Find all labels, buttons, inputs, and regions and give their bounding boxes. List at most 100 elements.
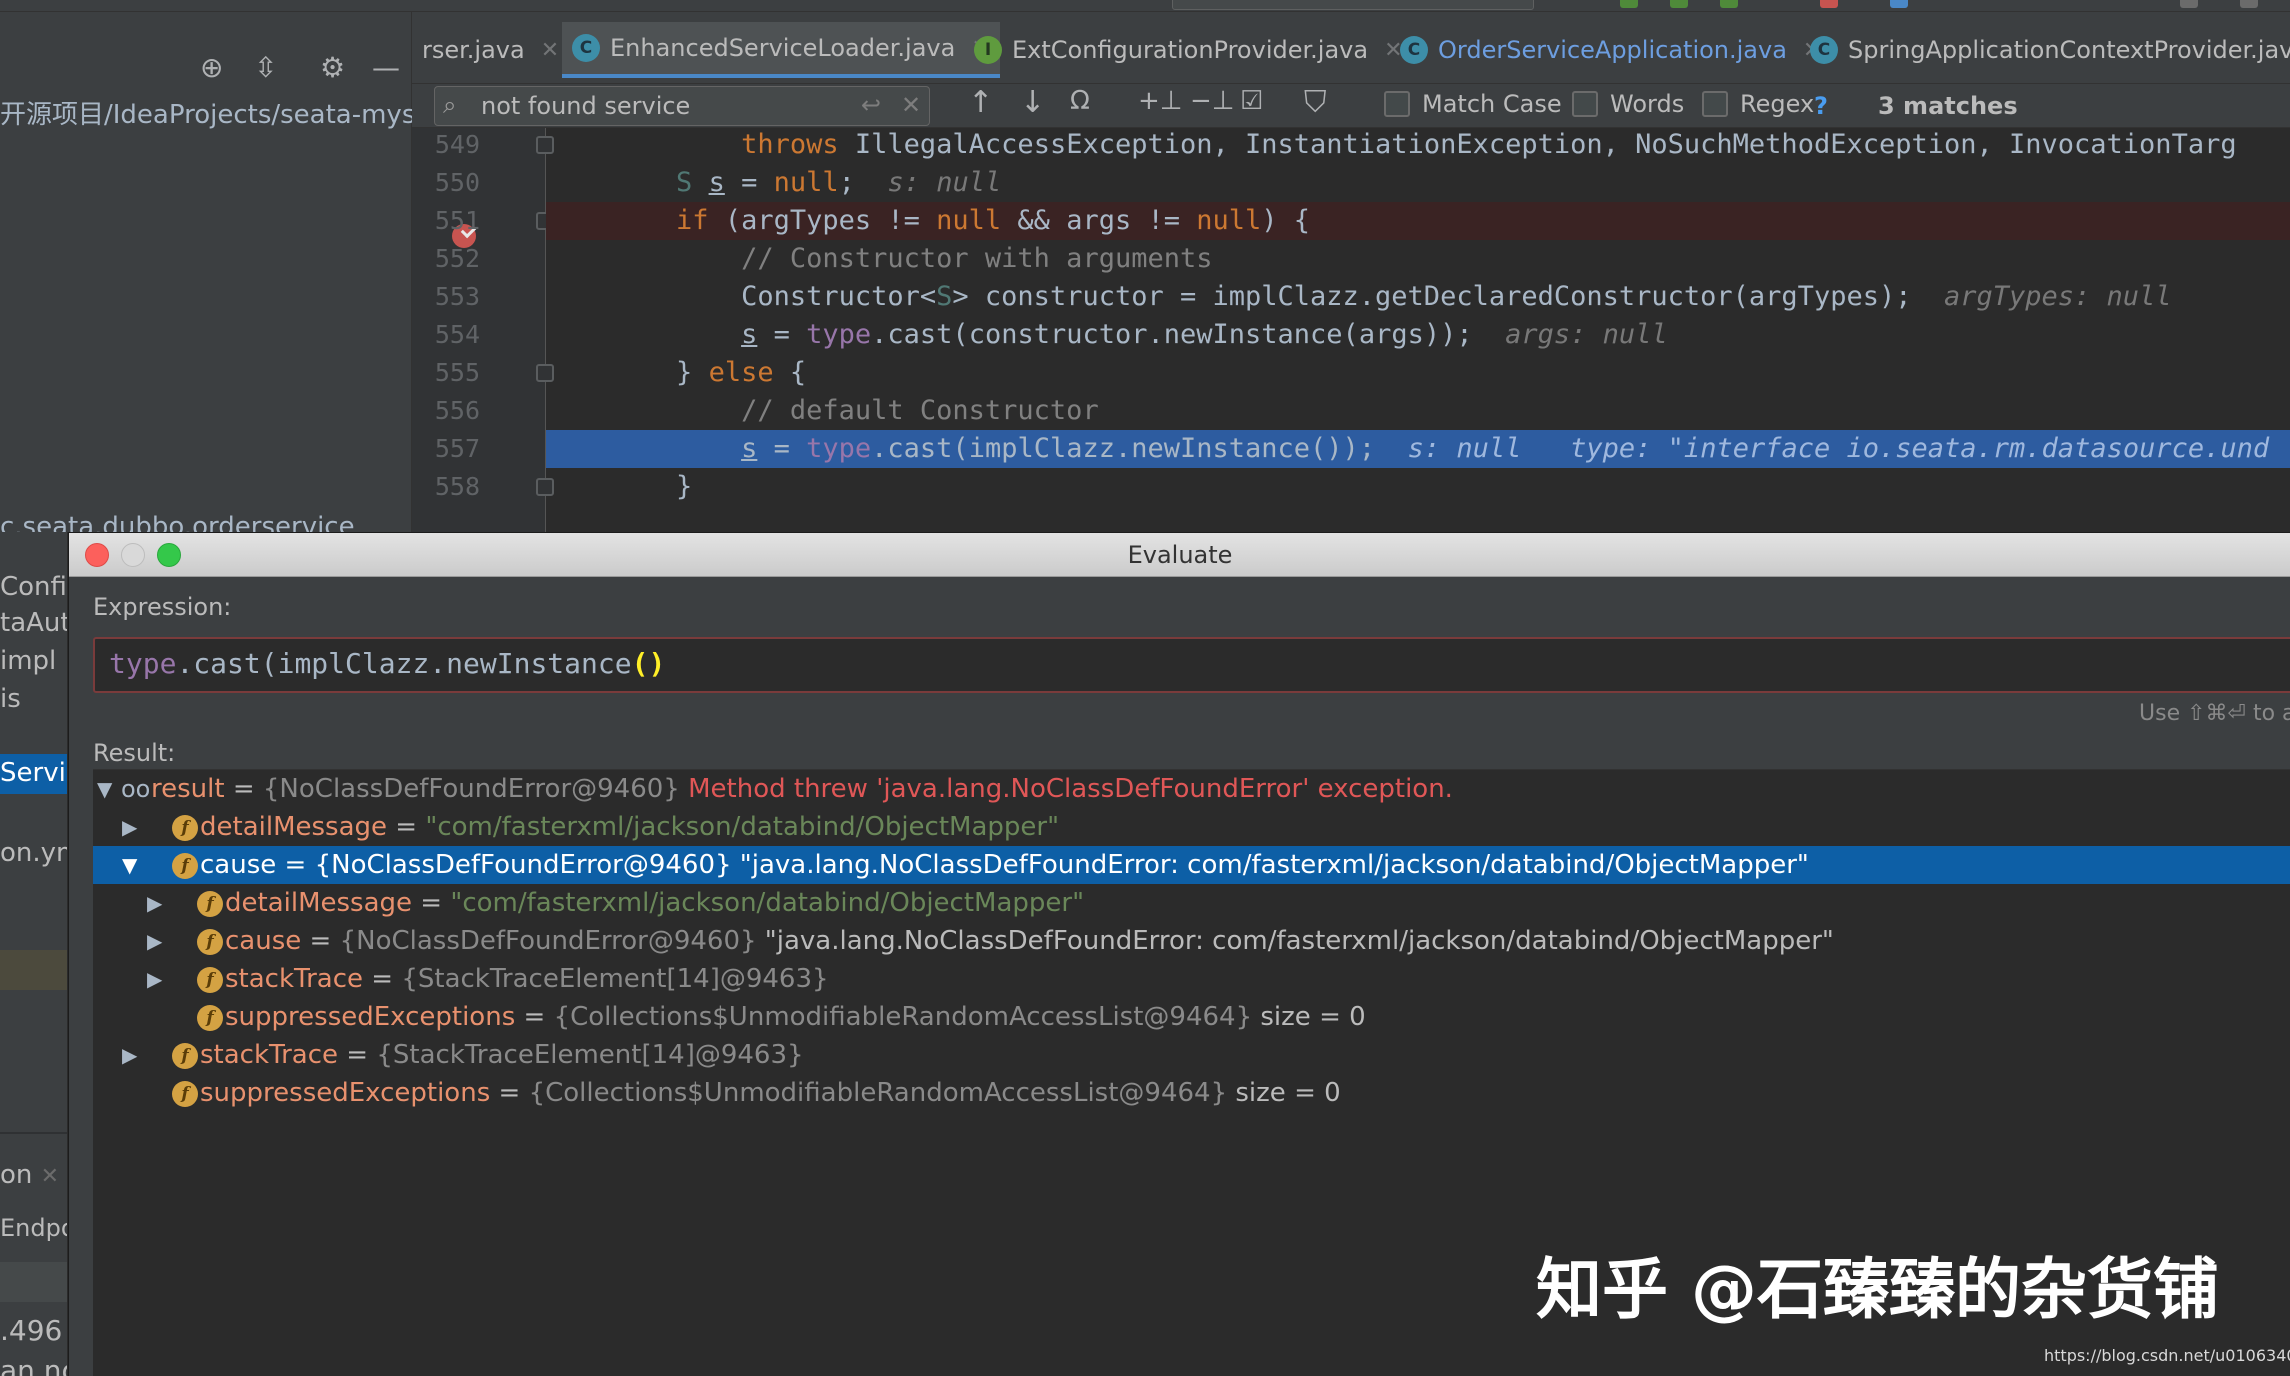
tree-row-text: suppressedExceptions = {Collections$Unmo… <box>225 998 1366 1036</box>
tab-spring-application-context-provider[interactable]: C SpringApplicationContextProvider.java <box>1800 22 2290 78</box>
code-line[interactable]: S s = null; s: null <box>546 164 2290 202</box>
filter-icon[interactable]: ⛉ <box>1304 88 1327 118</box>
tree-item[interactable]: on.ym <box>0 838 67 868</box>
dialog-title-bar[interactable]: Evaluate <box>69 533 2290 577</box>
tree-row[interactable]: ▼ oo result = {NoClassDefFoundError@9460} … <box>93 770 2290 808</box>
code-line[interactable]: // Constructor with arguments <box>546 240 2290 278</box>
tree-item[interactable]: impl <box>0 646 56 676</box>
code-line[interactable]: s = type.cast(constructor.newInstance(ar… <box>546 316 2290 354</box>
checkbox-box[interactable] <box>1384 91 1410 117</box>
collapse-arrow-icon[interactable]: ▼ <box>97 770 121 808</box>
tree-item[interactable]: Servic <box>0 758 67 788</box>
expand-arrow-icon[interactable]: ▶ <box>122 1036 146 1074</box>
add-occurrence-icon[interactable]: +⊥ <box>1138 88 1182 114</box>
collapse-all-icon[interactable]: ⇳ <box>254 54 277 82</box>
layout-icon[interactable] <box>2180 0 2198 8</box>
field-name: result <box>151 774 225 804</box>
search-input[interactable] <box>481 91 861 121</box>
editor-gutter[interactable]: 549 550 551 552 553 554 555 556 557 558 <box>412 128 554 532</box>
gear-icon[interactable]: ⚙ <box>320 54 345 82</box>
close-icon[interactable]: ✕ <box>541 38 559 63</box>
checkbox-box[interactable] <box>1702 91 1728 117</box>
line-number[interactable]: 552 <box>420 244 480 273</box>
code-line[interactable]: Constructor<S> constructor = implClazz.g… <box>546 278 2290 316</box>
tree-row[interactable]: ▶ f stackTrace = {StackTraceElement[14]@94… <box>93 1036 2290 1074</box>
tree-item[interactable]: taAut <box>0 608 67 638</box>
line-number[interactable]: 557 <box>420 434 480 463</box>
select-all-icon[interactable]: ☑ <box>1240 88 1263 114</box>
expression-input[interactable]: type.cast(implClazz.newInstance() <box>93 637 2290 693</box>
select-all-occurrences-icon[interactable]: Ω <box>1070 88 1090 114</box>
field-icon: f <box>172 1081 198 1107</box>
tab-parser[interactable]: rser.java ✕ <box>412 22 569 78</box>
code-line[interactable]: } <box>546 468 2290 506</box>
stop-icon[interactable] <box>1820 0 1838 8</box>
locate-icon[interactable]: ⊕ <box>200 54 223 82</box>
tree-row[interactable]: ▶ f detailMessage = "com/fasterxml/jackson… <box>93 808 2290 846</box>
code-line[interactable]: if (argTypes != null && args != null) { <box>546 202 2290 240</box>
regex-checkbox[interactable]: Regex <box>1702 90 1814 118</box>
code-line[interactable]: } else { <box>546 354 2290 392</box>
search-field[interactable]: ⌕ ↩ ✕ <box>434 86 930 126</box>
shortcut-hint: Use ⇧⌘⏎ to a <box>2139 701 2290 726</box>
collapse-arrow-icon[interactable]: ▼ <box>122 846 146 884</box>
line-number[interactable]: 558 <box>420 472 480 501</box>
code-editor[interactable]: 549 550 551 552 553 554 555 556 557 558 throws Il… <box>412 128 2290 532</box>
tree-item[interactable]: Confi <box>0 572 67 602</box>
checkbox-box[interactable] <box>1572 91 1598 117</box>
tab-enhanced-service-loader[interactable]: C EnhancedServiceLoader.java ✕ <box>562 22 1000 78</box>
endpoints-tab[interactable]: Endpo <box>0 1214 67 1242</box>
next-occurrence-icon[interactable]: ↓ <box>1020 88 1045 118</box>
regex-help-link[interactable]: ? <box>1814 92 1828 120</box>
line-number[interactable]: 549 <box>420 130 480 159</box>
tree-row[interactable]: ▼ f cause = {NoClassDefFoundError@9460} "j… <box>93 846 2290 884</box>
build-icon[interactable] <box>1890 0 1908 8</box>
tree-item[interactable]: is <box>0 684 21 714</box>
remove-occurrence-icon[interactable]: −⊥ <box>1190 88 1234 114</box>
expand-arrow-icon[interactable]: ▶ <box>147 884 171 922</box>
source-url: https://blog.csdn.net/u010634066 <box>2044 1346 2290 1365</box>
clear-icon[interactable]: ✕ <box>901 91 921 119</box>
line-number[interactable]: 553 <box>420 282 480 311</box>
code-line[interactable]: throws IllegalAccessException, Instantia… <box>546 128 2290 164</box>
previous-occurrence-icon[interactable]: ↑ <box>968 88 993 118</box>
tree-row[interactable]: f suppressedExceptions = {Collections$Unm… <box>93 998 2290 1036</box>
expand-arrow-icon[interactable]: ▶ <box>147 960 171 998</box>
equals-sign: = <box>490 1078 529 1108</box>
run-icon[interactable] <box>1620 0 1638 8</box>
close-icon[interactable]: ✕ <box>41 1164 59 1189</box>
search-icon[interactable]: ⌕ <box>443 91 456 119</box>
tree-row[interactable]: ▶ f stackTrace = {StackTraceElement[14]@94… <box>93 960 2290 998</box>
new-line-icon[interactable]: ↩ <box>861 91 881 119</box>
line-number[interactable]: 550 <box>420 168 480 197</box>
coverage-icon[interactable] <box>1720 0 1738 8</box>
equals-sign: = <box>338 1040 377 1070</box>
equals-sign: = <box>301 926 340 956</box>
expand-arrow-icon[interactable]: ▶ <box>122 808 146 846</box>
class-icon: C <box>1810 36 1838 64</box>
line-number[interactable]: 556 <box>420 396 480 425</box>
debug-icon[interactable] <box>1670 0 1688 8</box>
tree-row-band <box>0 950 67 990</box>
line-number[interactable]: 555 <box>420 358 480 387</box>
words-checkbox[interactable]: Words <box>1572 90 1684 118</box>
expand-arrow-icon[interactable]: ▶ <box>147 922 171 960</box>
match-case-checkbox[interactable]: Match Case <box>1384 90 1562 118</box>
tab-ext-configuration-provider[interactable]: I ExtConfigurationProvider.java ✕ <box>964 22 1413 78</box>
run-tab-fragment[interactable]: on ✕ <box>0 1160 59 1190</box>
project-path[interactable]: 开源项目/IdeaProjects/seata-mys <box>0 94 415 131</box>
search-everywhere-icon[interactable] <box>2240 0 2258 8</box>
minimize-icon[interactable]: — <box>372 54 400 82</box>
tree-row[interactable]: ▶ f detailMessage = "com/fasterxml/jackson… <box>93 884 2290 922</box>
code-line[interactable]: // default Constructor <box>546 392 2290 430</box>
tree-row-text: cause = {NoClassDefFoundError@9460} "jav… <box>225 922 1834 960</box>
tab-order-service-application[interactable]: C OrderServiceApplication.java ✕ <box>1390 22 1831 78</box>
run-configuration-combo[interactable] <box>1172 0 1534 10</box>
line-number[interactable]: 551 <box>420 206 480 235</box>
tree-row[interactable]: f suppressedExceptions = {Collections$Unm… <box>93 1074 2290 1112</box>
expression-code[interactable]: type.cast(implClazz.newInstance() <box>109 647 665 680</box>
line-number[interactable]: 554 <box>420 320 480 349</box>
tree-row[interactable]: ▶ f cause = {NoClassDefFoundError@9460} "j… <box>93 922 2290 960</box>
object-reference: {StackTraceElement[14]@9463} <box>401 964 829 994</box>
code-line[interactable]: s = type.cast(implClazz.newInstance()); … <box>546 430 2290 468</box>
